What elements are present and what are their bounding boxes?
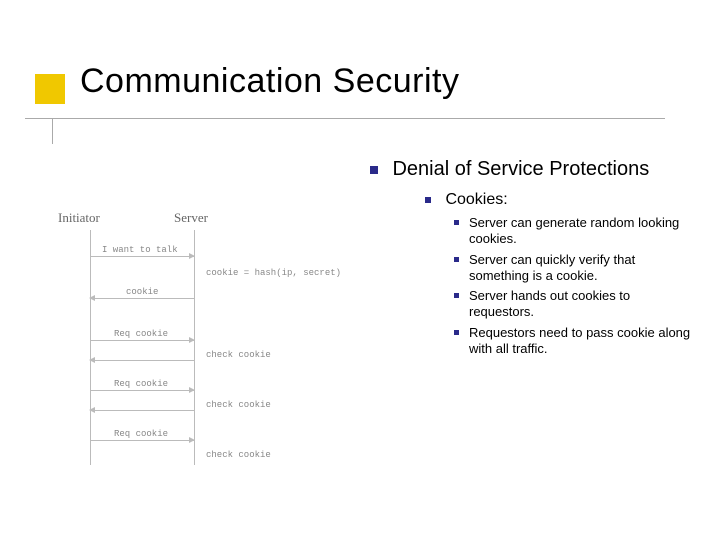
square-bullet-icon: [425, 197, 431, 203]
msg-check-cookie-2: check cookie: [206, 400, 271, 410]
arrow-2: [90, 298, 194, 299]
title-accent-square: [35, 74, 65, 104]
arrow-3: [90, 340, 194, 341]
l3-text-0: Server can generate random looking cooki…: [469, 215, 698, 248]
msg-check-cookie-3: check cookie: [206, 450, 271, 460]
square-bullet-icon: [454, 257, 459, 262]
msg-cookie: cookie: [126, 287, 158, 297]
l1-text: Denial of Service Protections: [392, 158, 682, 181]
initiator-label: Initiator: [58, 210, 100, 226]
square-bullet-icon: [454, 220, 459, 225]
bullet-level-1: Denial of Service Protections: [370, 158, 698, 181]
bullet-level-3: Server can quickly verify that something…: [454, 252, 698, 285]
square-bullet-icon: [370, 166, 378, 174]
server-label: Server: [174, 210, 208, 226]
title-tick: [52, 118, 53, 144]
l3-text-2: Server hands out cookies to requestors.: [469, 288, 698, 321]
arrow-5: [90, 390, 194, 391]
l2-text: Cookies:: [445, 191, 507, 209]
l3-text-1: Server can quickly verify that something…: [469, 252, 698, 285]
square-bullet-icon: [454, 330, 459, 335]
bullet-level-3: Server hands out cookies to requestors.: [454, 288, 698, 321]
arrow-6: [90, 410, 194, 411]
msg-check-cookie-1: check cookie: [206, 350, 271, 360]
arrow-1: [90, 256, 194, 257]
arrow-7: [90, 440, 194, 441]
bullet-level-3: Server can generate random looking cooki…: [454, 215, 698, 248]
arrow-4: [90, 360, 194, 361]
msg-i-want-to-talk: I want to talk: [102, 245, 178, 255]
l3-text-3: Requestors need to pass cookie along wit…: [469, 325, 698, 358]
bullet-level-2: Cookies:: [425, 191, 698, 209]
msg-req-cookie-3: Req cookie: [114, 429, 168, 439]
msg-req-cookie-1: Req cookie: [114, 329, 168, 339]
initiator-lifeline: [90, 230, 91, 465]
square-bullet-icon: [454, 293, 459, 298]
msg-req-cookie-2: Req cookie: [114, 379, 168, 389]
server-lifeline: [194, 230, 195, 465]
msg-cookie-hash: cookie = hash(ip, secret): [206, 268, 341, 278]
outline: Denial of Service Protections Cookies: S…: [370, 158, 698, 357]
slide-title-block: Communication Security: [35, 62, 459, 101]
slide-title: Communication Security: [80, 62, 459, 101]
title-underline: [25, 118, 665, 119]
bullet-level-3: Requestors need to pass cookie along wit…: [454, 325, 698, 358]
